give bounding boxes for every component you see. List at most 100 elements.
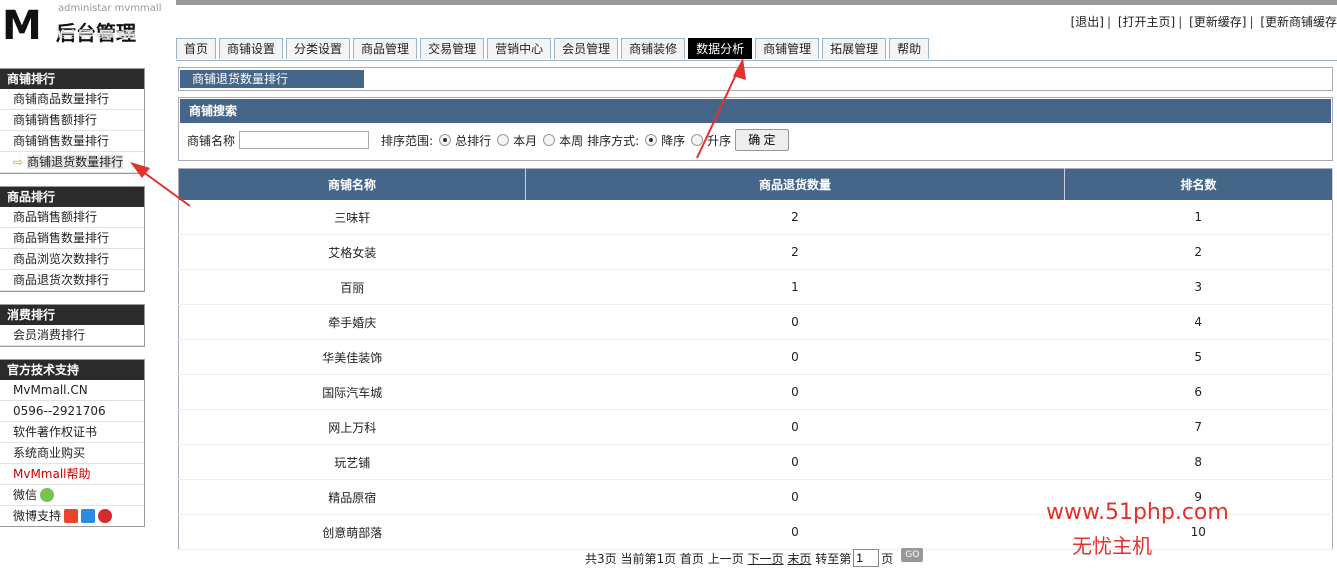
range-total-radio[interactable] [439,134,452,146]
cell-shop-name: 牵手婚庆 [178,304,526,340]
sidebar-item-product-returns[interactable]: 商品退货次数排行 [0,270,144,291]
sidebar-item-help[interactable]: MvMmall帮助 [0,464,144,485]
sidebar-tech-support: 官方技术支持 MvMmall.CN 0596--2921706 软件著作权证书 … [0,359,145,527]
cell-return-count: 2 [525,200,1065,235]
cell-return-count: 0 [525,444,1065,480]
cell-shop-name: 国际汽车城 [178,374,526,410]
tab-extensions[interactable]: 拓展管理 [822,38,887,59]
tab-shop-management[interactable]: 商铺管理 [755,38,820,59]
sidebar-item-phone: 0596--2921706 [0,401,144,422]
weibo-icon[interactable] [64,509,79,523]
table-row: 玩艺铺 0 8 [178,444,1333,480]
cell-return-count: 2 [525,234,1065,270]
cell-rank: 3 [1064,269,1333,305]
sidebar-item-shop-sales-count[interactable]: 商铺销售数量排行 [0,131,144,152]
sidebar-product-ranking: 商品排行 商品销售额排行 商品销售数量排行 商品浏览次数排行 商品退货次数排行 [0,186,145,292]
sidebar-item-shop-sales-amount[interactable]: 商铺销售额排行 [0,110,144,131]
cell-return-count: 0 [525,479,1065,515]
wechat-icon [40,488,55,502]
sidebar-item-product-sales-count[interactable]: 商品销售数量排行 [0,228,144,249]
sidebar-group-title: 官方技术支持 [0,360,144,380]
sidebar-item-member-consumption[interactable]: 会员消费排行 [0,325,144,346]
cell-shop-name: 创意萌部落 [178,514,526,550]
title-reflection: 后台管理 [56,28,136,40]
sidebar-item-purchase[interactable]: 系统商业购买 [0,443,144,464]
sidebar-item-label: 商铺退货数量排行 [27,155,124,169]
pager-summary: 共3页 当前第1页 首页 上一页 [585,551,744,566]
sidebar-consumption-ranking: 消费排行 会员消费排行 [0,304,145,347]
cell-return-count: 0 [525,304,1065,340]
next-page-link[interactable]: 下一页 [748,550,784,567]
cell-rank: 1 [1064,200,1333,235]
tab-product-management[interactable]: 商品管理 [353,38,418,59]
tab-help[interactable]: 帮助 [889,38,930,59]
cell-rank: 6 [1064,374,1333,410]
page-number-input[interactable] [853,549,880,567]
cell-rank: 4 [1064,304,1333,340]
cell-shop-name: 华美佳装饰 [178,339,526,375]
admin-name: administar mvmmall [58,3,162,14]
update-shop-cache-link[interactable]: [更新商铺缓存 [1260,15,1337,29]
confirm-button[interactable]: 确 定 [735,129,789,151]
cell-return-count: 1 [525,269,1065,305]
range-label: 排序范围: [381,133,434,148]
cell-return-count: 0 [525,374,1065,410]
breadcrumb: 商铺退货数量排行 [178,67,1333,91]
table-row: 国际汽车城 0 6 [178,374,1333,410]
tab-trade-management[interactable]: 交易管理 [420,38,485,59]
range-week-label: 本周 [559,133,584,148]
shop-search-panel: 商铺搜索 商铺名称 排序范围: 总排行 本月 本周 排序方式: 降序 升序 确 … [178,97,1333,161]
tab-shop-settings[interactable]: 商铺设置 [219,38,284,59]
tab-members[interactable]: 会员管理 [554,38,619,59]
last-page-link[interactable]: 末页 [787,550,811,567]
sidebar-item-weibo: 微博支持 [0,506,144,526]
tab-home[interactable]: 首页 [176,38,217,59]
order-desc-label: 降序 [661,133,686,148]
shop-name-input[interactable] [239,131,370,149]
tab-marketing[interactable]: 营销中心 [487,38,552,59]
sidebar-group-title: 消费排行 [0,305,144,325]
cell-shop-name: 三味轩 [178,200,526,235]
search-row: 商铺名称 排序范围: 总排行 本月 本周 排序方式: 降序 升序 确 定 [187,129,789,151]
range-week-radio[interactable] [543,134,556,146]
cell-rank: 2 [1064,234,1333,270]
sidebar-item-shop-product-count[interactable]: 商铺商品数量排行 [0,89,144,110]
range-total-label: 总排行 [455,133,492,148]
order-desc-radio[interactable] [645,134,658,146]
col-rank: 排名数 [1064,168,1333,200]
page-unit: 页 [881,551,894,566]
sidebar-item-website[interactable]: MvMmall.CN [0,380,144,401]
order-asc-radio[interactable] [691,134,704,146]
cell-rank: 8 [1064,444,1333,480]
tab-shop-decoration[interactable]: 商铺装修 [621,38,686,59]
tab-category-settings[interactable]: 分类设置 [286,38,351,59]
shop-name-label: 商铺名称 [187,133,236,148]
sidebar-item-copyright[interactable]: 软件著作权证书 [0,422,144,443]
tab-data-analysis[interactable]: 数据分析 [688,38,753,59]
sidebar-item-shop-return-count[interactable]: ⇨ 商铺退货数量排行 [0,152,144,173]
cell-return-count: 0 [525,339,1065,375]
cell-shop-name: 艾格女装 [178,234,526,270]
range-month-radio[interactable] [497,134,510,146]
col-return-count: 商品退货数量 [525,168,1065,200]
table-row: 牵手婚庆 0 4 [178,304,1333,340]
top-gray-bar [176,0,1337,5]
update-cache-link[interactable]: [更新缓存] [1189,15,1246,29]
cell-shop-name: 玩艺铺 [178,444,526,480]
cell-shop-name: 网上万科 [178,409,526,445]
sidebar-item-wechat[interactable]: 微信 [0,485,144,506]
sidebar-group-title: 商铺排行 [0,69,144,89]
qq-weibo-icon[interactable] [81,509,96,523]
table-row: 三味轩 2 1 [178,200,1333,235]
goto-label: 转至第 [815,551,852,566]
logo-letter: M [2,3,42,49]
logout-link[interactable]: [退出] [1071,15,1104,29]
sidebar-item-product-views[interactable]: 商品浏览次数排行 [0,249,144,270]
sidebar-item-product-sales-amount[interactable]: 商品销售额排行 [0,207,144,228]
open-home-link[interactable]: [打开主页] [1118,15,1175,29]
table-row: 网上万科 0 7 [178,409,1333,445]
mascot-icon[interactable] [98,509,113,523]
go-button[interactable]: GO [901,548,924,562]
watermark-name: 无忧主机 [1072,534,1152,558]
table-row: 艾格女装 2 2 [178,234,1333,270]
